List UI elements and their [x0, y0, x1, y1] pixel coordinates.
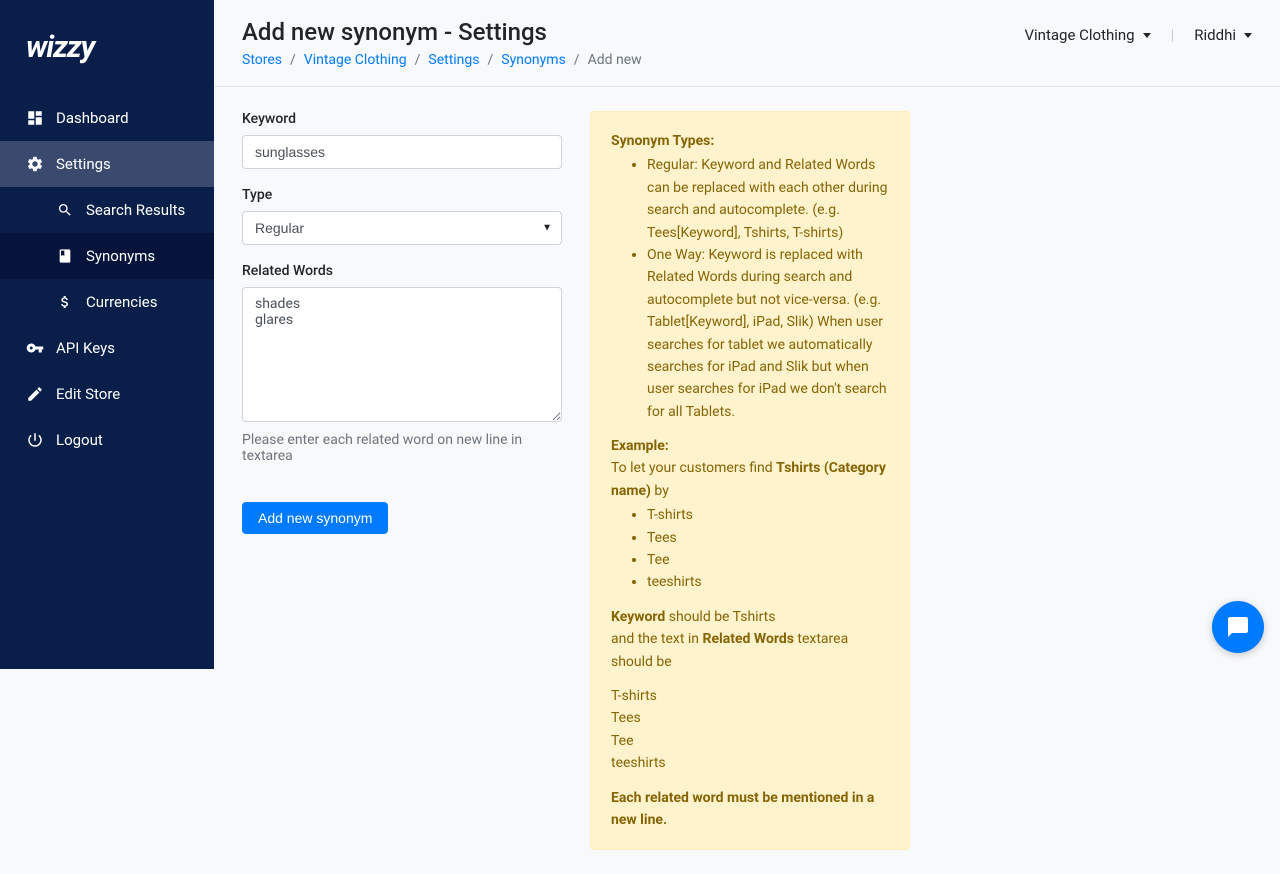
- breadcrumb: Stores / Vintage Clothing / Settings / S…: [242, 52, 642, 68]
- add-synonym-button[interactable]: Add new synonym: [242, 502, 388, 534]
- help-line: Tee: [611, 733, 634, 749]
- help-example-item: Tee: [647, 549, 889, 571]
- sidebar-item-logout[interactable]: Logout: [0, 417, 214, 463]
- help-type-oneway: One Way: Keyword is replaced with Relate…: [647, 244, 889, 423]
- page-title: Add new synonym - Settings: [242, 18, 642, 46]
- help-keyword-section: Keyword should be Tshirts and the text i…: [611, 606, 889, 673]
- sidebar-item-dashboard[interactable]: Dashboard: [0, 95, 214, 141]
- chevron-down-icon: [1143, 33, 1151, 38]
- help-types-heading: Synonym Types:: [611, 133, 714, 149]
- help-example-section: Example: To let your customers find Tshi…: [611, 435, 889, 594]
- help-example-lines: T-shirts Tees Tee teeshirts: [611, 685, 889, 775]
- help-example-item: Tees: [647, 527, 889, 549]
- help-line: T-shirts: [611, 688, 657, 704]
- sidebar-label-api-keys: API Keys: [56, 339, 115, 357]
- type-select[interactable]: Regular: [242, 211, 562, 245]
- chevron-down-icon: [1244, 33, 1252, 38]
- help-panel: Synonym Types: Regular: Keyword and Rela…: [590, 111, 910, 850]
- logo-text: wizzy: [26, 30, 94, 65]
- top-header: Add new synonym - Settings Stores / Vint…: [214, 0, 1280, 87]
- user-dropdown-label: Riddhi: [1194, 26, 1236, 44]
- breadcrumb-separator: /: [415, 52, 421, 68]
- sidebar-label-logout: Logout: [56, 431, 103, 449]
- keyword-group: Keyword: [242, 111, 562, 169]
- breadcrumb-synonyms[interactable]: Synonyms: [501, 52, 566, 68]
- help-line: Tees: [611, 710, 641, 726]
- help-line: teeshirts: [611, 755, 666, 771]
- store-dropdown-label: Vintage Clothing: [1024, 26, 1134, 44]
- sidebar-item-currencies[interactable]: Currencies: [0, 279, 214, 325]
- help-example-heading: Example:: [611, 438, 669, 454]
- sidebar-item-api-keys[interactable]: API Keys: [0, 325, 214, 371]
- help-footer-note: Each related word must be mentioned in a…: [611, 787, 889, 832]
- sidebar-label-settings: Settings: [56, 155, 111, 173]
- help-keyword-bold: Keyword: [611, 609, 665, 625]
- breadcrumb-stores[interactable]: Stores: [242, 52, 282, 68]
- breadcrumb-settings[interactable]: Settings: [428, 52, 479, 68]
- help-related-text-1: and the text in: [611, 631, 703, 647]
- help-example-item: T-shirts: [647, 504, 889, 526]
- logo[interactable]: wizzy: [0, 0, 214, 95]
- user-dropdown[interactable]: Riddhi: [1194, 26, 1252, 44]
- chat-icon: [1226, 615, 1250, 639]
- key-icon: [26, 339, 44, 357]
- breadcrumb-separator: /: [574, 52, 580, 68]
- sidebar-label-currencies: Currencies: [86, 293, 158, 311]
- sidebar-item-settings[interactable]: Settings: [0, 141, 214, 187]
- sidebar-label-edit-store: Edit Store: [56, 385, 120, 403]
- sidebar-label-dashboard: Dashboard: [56, 109, 129, 127]
- header-right: Vintage Clothing | Riddhi: [1024, 18, 1252, 44]
- breadcrumb-separator: /: [488, 52, 494, 68]
- sidebar-label-search-results: Search Results: [86, 201, 185, 219]
- content-area: Keyword Type Regular ▼ Related Words sha…: [214, 87, 1280, 874]
- sidebar-item-synonyms[interactable]: Synonyms: [0, 233, 214, 279]
- sidebar-item-edit-store[interactable]: Edit Store: [0, 371, 214, 417]
- help-related-bold: Related Words: [703, 631, 794, 647]
- sidebar-label-synonyms: Synonyms: [86, 247, 155, 265]
- main-content: Add new synonym - Settings Stores / Vint…: [214, 0, 1280, 874]
- breadcrumb-separator: /: [290, 52, 296, 68]
- help-example-item: teeshirts: [647, 571, 889, 593]
- related-words-textarea[interactable]: shades glares: [242, 287, 562, 422]
- help-types-section: Synonym Types: Regular: Keyword and Rela…: [611, 130, 889, 423]
- header-left: Add new synonym - Settings Stores / Vint…: [242, 18, 642, 68]
- help-example-intro-1: To let your customers find: [611, 460, 776, 476]
- help-example-intro-2: by: [651, 483, 669, 499]
- keyword-label: Keyword: [242, 111, 562, 127]
- search-icon: [56, 201, 74, 219]
- power-icon: [26, 431, 44, 449]
- help-type-regular: Regular: Keyword and Related Words can b…: [647, 154, 889, 244]
- breadcrumb-current: Add new: [588, 52, 642, 68]
- breadcrumb-store-name[interactable]: Vintage Clothing: [304, 52, 407, 68]
- keyword-input[interactable]: [242, 135, 562, 169]
- header-divider: |: [1171, 26, 1175, 44]
- chat-widget-button[interactable]: [1212, 601, 1264, 653]
- type-label: Type: [242, 187, 562, 203]
- related-words-label: Related Words: [242, 263, 562, 279]
- dashboard-icon: [26, 109, 44, 127]
- sidebar: wizzy Dashboard Settings Search Results …: [0, 0, 214, 669]
- dollar-icon: [56, 293, 74, 311]
- synonym-form: Keyword Type Regular ▼ Related Words sha…: [242, 111, 562, 850]
- help-keyword-text: should be Tshirts: [665, 609, 775, 625]
- edit-icon: [26, 385, 44, 403]
- book-icon: [56, 247, 74, 265]
- related-words-help: Please enter each related word on new li…: [242, 432, 562, 464]
- gear-icon: [26, 155, 44, 173]
- store-dropdown[interactable]: Vintage Clothing: [1024, 26, 1150, 44]
- type-group: Type Regular ▼: [242, 187, 562, 245]
- related-words-group: Related Words shades glares Please enter…: [242, 263, 562, 464]
- sidebar-item-search-results[interactable]: Search Results: [0, 187, 214, 233]
